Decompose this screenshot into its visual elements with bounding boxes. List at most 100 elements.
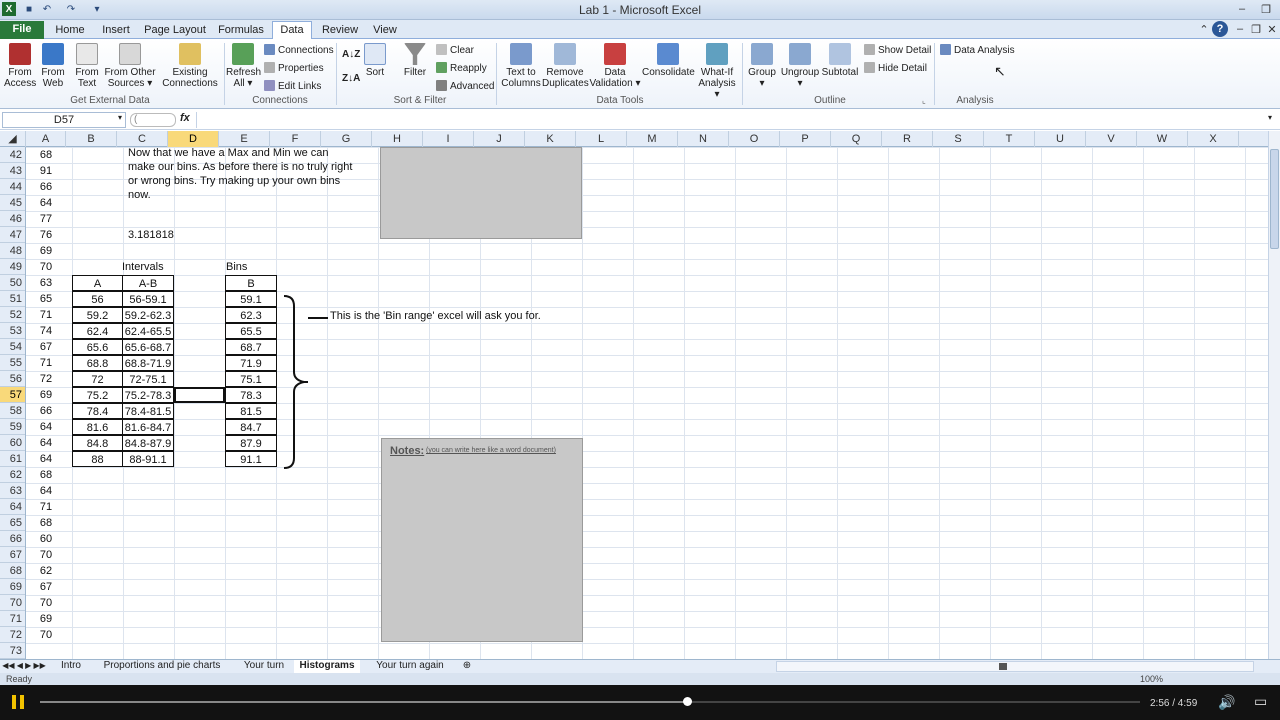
- row-header[interactable]: 53: [0, 323, 25, 339]
- cell-a[interactable]: 66: [26, 179, 66, 195]
- doc-minimize-icon[interactable]: –: [1232, 21, 1248, 37]
- vertical-scrollbar[interactable]: [1268, 131, 1280, 659]
- column-header[interactable]: O: [729, 131, 780, 147]
- column-header[interactable]: J: [474, 131, 525, 147]
- table-cell-b[interactable]: 72: [72, 371, 123, 387]
- table-cell-e[interactable]: 91.1: [225, 451, 277, 467]
- cell-a[interactable]: 69: [26, 611, 66, 627]
- row-header[interactable]: 72: [0, 627, 25, 643]
- tab-review[interactable]: Review: [318, 22, 362, 39]
- help-icon[interactable]: ?: [1212, 21, 1228, 37]
- cell-a[interactable]: 77: [26, 211, 66, 227]
- maximize-icon[interactable]: ❐: [1254, 0, 1278, 18]
- column-header[interactable]: X: [1188, 131, 1239, 147]
- connections-button[interactable]: Connections: [264, 44, 334, 57]
- edit-links-button[interactable]: Edit Links: [264, 80, 321, 93]
- cell-a[interactable]: 71: [26, 307, 66, 323]
- formula-input[interactable]: [196, 112, 1268, 128]
- from-access-button[interactable]: From Access: [4, 43, 36, 89]
- table-header[interactable]: A-B: [122, 275, 174, 291]
- cell-a[interactable]: 64: [26, 195, 66, 211]
- table-header[interactable]: A: [72, 275, 123, 291]
- column-header[interactable]: D: [168, 131, 219, 147]
- table-cell-e[interactable]: 65.5: [225, 323, 277, 339]
- table-cell-c[interactable]: 56-59.1: [122, 291, 174, 307]
- cell-a[interactable]: 76: [26, 227, 66, 243]
- ungroup-button[interactable]: Ungroup ▾: [780, 43, 820, 89]
- table-cell-b[interactable]: 59.2: [72, 307, 123, 323]
- cell-a[interactable]: 68: [26, 147, 66, 163]
- video-progress-track[interactable]: [40, 697, 1140, 706]
- column-header[interactable]: B: [66, 131, 117, 147]
- subtotal-button[interactable]: Subtotal: [820, 43, 860, 78]
- row-header[interactable]: 50: [0, 275, 25, 291]
- cell-a[interactable]: 70: [26, 547, 66, 563]
- cell-a[interactable]: 69: [26, 387, 66, 403]
- column-header[interactable]: I: [423, 131, 474, 147]
- table-cell-b[interactable]: 65.6: [72, 339, 123, 355]
- cell-a[interactable]: 64: [26, 435, 66, 451]
- table-cell-b[interactable]: 78.4: [72, 403, 123, 419]
- horizontal-scroll-thumb[interactable]: [999, 663, 1007, 670]
- row-header[interactable]: 66: [0, 531, 25, 547]
- pause-icon[interactable]: [9, 693, 27, 711]
- data-analysis-button[interactable]: Data Analysis: [940, 44, 1015, 57]
- column-header[interactable]: P: [780, 131, 831, 147]
- table-cell-e[interactable]: 62.3: [225, 307, 277, 323]
- table-cell-e[interactable]: 78.3: [225, 387, 277, 403]
- row-header[interactable]: 48: [0, 243, 25, 259]
- row-header[interactable]: 62: [0, 467, 25, 483]
- table-cell-b[interactable]: 75.2: [72, 387, 123, 403]
- tab-formulas[interactable]: Formulas: [214, 22, 268, 39]
- from-text-button[interactable]: From Text: [72, 43, 102, 89]
- table-cell-e[interactable]: 75.1: [225, 371, 277, 387]
- horizontal-scrollbar[interactable]: [776, 661, 1254, 672]
- cell-a[interactable]: 64: [26, 451, 66, 467]
- name-box-dropdown-icon[interactable]: ▾: [118, 113, 122, 122]
- worksheet-grid[interactable]: 68 91 66 64 77 76 69 70 63 65 71 74 67 71 72 69 66 64 64 64…: [26, 147, 1268, 659]
- row-header[interactable]: 57: [0, 387, 25, 403]
- sheet-tab-intro[interactable]: Intro: [52, 660, 90, 673]
- existing-connections-button[interactable]: Existing Connections: [162, 43, 218, 89]
- row-header[interactable]: 60: [0, 435, 25, 451]
- cell-a[interactable]: 70: [26, 627, 66, 643]
- text-to-columns-button[interactable]: Text to Columns: [500, 43, 542, 89]
- cell-a[interactable]: 62: [26, 563, 66, 579]
- table-cell-b[interactable]: 84.8: [72, 435, 123, 451]
- column-header[interactable]: C: [117, 131, 168, 147]
- remove-duplicates-button[interactable]: Remove Duplicates: [542, 43, 589, 89]
- insert-sheet-icon[interactable]: ⊕: [456, 660, 478, 673]
- advanced-button[interactable]: Advanced: [436, 80, 494, 93]
- table-cell-c[interactable]: 72-75.1: [122, 371, 174, 387]
- from-web-button[interactable]: From Web: [38, 43, 68, 89]
- tab-page-layout[interactable]: Page Layout: [142, 22, 208, 39]
- column-header[interactable]: M: [627, 131, 678, 147]
- group-button[interactable]: Group ▾: [746, 43, 778, 89]
- cell-a[interactable]: 64: [26, 419, 66, 435]
- row-header[interactable]: 59: [0, 419, 25, 435]
- gray-shape-top[interactable]: [380, 147, 582, 239]
- table-cell-e[interactable]: 81.5: [225, 403, 277, 419]
- row-header[interactable]: 47: [0, 227, 25, 243]
- name-box[interactable]: D57: [2, 112, 126, 128]
- filter-button[interactable]: Filter: [400, 43, 430, 78]
- table-cell-c[interactable]: 75.2-78.3: [122, 387, 174, 403]
- clear-button[interactable]: Clear: [436, 44, 474, 57]
- consolidate-button[interactable]: Consolidate: [642, 43, 695, 78]
- cell-a[interactable]: 70: [26, 259, 66, 275]
- cell-a[interactable]: 64: [26, 483, 66, 499]
- refresh-all-button[interactable]: Refresh All ▾: [226, 43, 261, 89]
- row-header[interactable]: 68: [0, 563, 25, 579]
- column-header[interactable]: F: [270, 131, 321, 147]
- doc-close-icon[interactable]: ✕: [1264, 21, 1280, 37]
- cell-a[interactable]: 72: [26, 371, 66, 387]
- cell-a[interactable]: 71: [26, 499, 66, 515]
- table-cell-b[interactable]: 62.4: [72, 323, 123, 339]
- table-header[interactable]: B: [225, 275, 277, 291]
- formula-bar-cancel-icon[interactable]: (: [130, 113, 176, 127]
- tab-view[interactable]: View: [366, 22, 404, 39]
- cell-a[interactable]: 69: [26, 243, 66, 259]
- cell-a[interactable]: 66: [26, 403, 66, 419]
- table-cell-c[interactable]: 68.8-71.9: [122, 355, 174, 371]
- cell-a[interactable]: 60: [26, 531, 66, 547]
